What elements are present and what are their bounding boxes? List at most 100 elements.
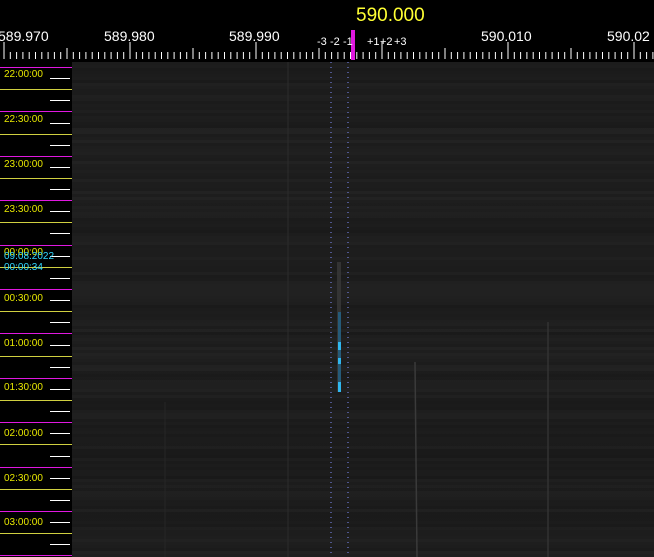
time-tick bbox=[50, 167, 70, 168]
noise-band bbox=[72, 92, 654, 95]
noise-band bbox=[72, 170, 654, 173]
time-tick bbox=[0, 134, 72, 135]
noise-band bbox=[72, 341, 654, 344]
time-tick bbox=[50, 123, 70, 124]
noise-band bbox=[72, 347, 654, 350]
noise-band bbox=[72, 362, 654, 365]
noise-band bbox=[72, 392, 654, 395]
noise-band bbox=[72, 509, 654, 512]
waterfall-app: 589.970 589.980 589.990 590.010 590.02 5… bbox=[0, 0, 654, 557]
noise-band bbox=[72, 278, 654, 281]
time-tick bbox=[50, 544, 70, 545]
time-tick bbox=[0, 356, 72, 357]
time-tick bbox=[0, 333, 72, 334]
noise-band bbox=[72, 119, 654, 122]
noise-band bbox=[72, 311, 654, 314]
time-tick bbox=[0, 444, 72, 445]
noise-band bbox=[72, 359, 654, 362]
time-axis[interactable]: 22:00:00 22:30:00 23:00:00 23:30:00 00:0… bbox=[0, 62, 72, 557]
noise-band bbox=[72, 95, 654, 98]
noise-band bbox=[72, 542, 654, 545]
time-tick bbox=[0, 245, 72, 246]
noise-band bbox=[72, 431, 654, 434]
noise-band bbox=[72, 356, 654, 359]
noise-band bbox=[72, 317, 654, 320]
waterfall-display[interactable] bbox=[72, 62, 654, 557]
time-tick bbox=[0, 511, 72, 512]
noise-band bbox=[72, 62, 654, 65]
noise-band bbox=[72, 515, 654, 518]
noise-band bbox=[72, 146, 654, 149]
noise-band bbox=[72, 182, 654, 185]
noise-band bbox=[72, 503, 654, 506]
noise-band bbox=[72, 491, 654, 494]
noise-band bbox=[72, 104, 654, 107]
noise-band bbox=[72, 467, 654, 470]
noise-band bbox=[72, 524, 654, 527]
noise-band bbox=[72, 272, 654, 275]
noise-band bbox=[72, 140, 654, 143]
noise-band bbox=[72, 428, 654, 431]
noise-band bbox=[72, 329, 654, 332]
time-tick bbox=[50, 300, 70, 301]
time-tick bbox=[50, 411, 70, 412]
noise-band bbox=[72, 383, 654, 386]
noise-band bbox=[72, 344, 654, 347]
time-tick bbox=[0, 422, 72, 423]
time-tick bbox=[50, 322, 70, 323]
time-tick bbox=[50, 233, 70, 234]
time-tick bbox=[50, 145, 70, 146]
time-tick bbox=[0, 533, 72, 534]
noise-band bbox=[72, 320, 654, 323]
noise-bands bbox=[72, 62, 654, 557]
noise-band bbox=[72, 380, 654, 383]
time-tick bbox=[0, 89, 72, 90]
time-tick bbox=[0, 489, 72, 490]
noise-band bbox=[72, 209, 654, 212]
noise-band bbox=[72, 326, 654, 329]
noise-band bbox=[72, 338, 654, 341]
time-label-2200: 22:00:00 bbox=[4, 69, 43, 80]
noise-band bbox=[72, 377, 654, 380]
center-frequency-label: 590.000 bbox=[356, 5, 425, 26]
noise-band bbox=[72, 446, 654, 449]
noise-band bbox=[72, 302, 654, 305]
noise-band bbox=[72, 89, 654, 92]
time-tick bbox=[50, 500, 70, 501]
noise-band bbox=[72, 83, 654, 86]
time-tick bbox=[0, 400, 72, 401]
noise-band bbox=[72, 125, 654, 128]
noise-band bbox=[72, 137, 654, 140]
noise-band bbox=[72, 398, 654, 401]
noise-band bbox=[72, 128, 654, 131]
frequency-scale[interactable]: 589.970 589.980 589.990 590.010 590.02 5… bbox=[0, 0, 654, 62]
noise-band bbox=[72, 353, 654, 356]
time-tick bbox=[0, 467, 72, 468]
noise-band bbox=[72, 308, 654, 311]
time-label-2300: 23:00:00 bbox=[4, 159, 43, 170]
noise-band bbox=[72, 74, 654, 77]
noise-band bbox=[72, 548, 654, 551]
noise-band bbox=[72, 68, 654, 71]
time-tick bbox=[50, 189, 70, 190]
noise-band bbox=[72, 224, 654, 227]
noise-band bbox=[72, 332, 654, 335]
noise-band bbox=[72, 188, 654, 191]
time-label-2330: 23:30:00 bbox=[4, 204, 43, 215]
date-label: 09.08.2022 bbox=[4, 251, 55, 262]
noise-band bbox=[72, 440, 654, 443]
noise-band bbox=[72, 335, 654, 338]
noise-band bbox=[72, 470, 654, 473]
noise-band bbox=[72, 263, 654, 266]
noise-band bbox=[72, 200, 654, 203]
noise-band bbox=[72, 218, 654, 221]
noise-band bbox=[72, 386, 654, 389]
noise-band bbox=[72, 401, 654, 404]
noise-band bbox=[72, 167, 654, 170]
noise-band bbox=[72, 86, 654, 89]
noise-band bbox=[72, 506, 654, 509]
noise-band bbox=[72, 251, 654, 254]
frequency-ticks bbox=[3, 42, 654, 59]
signal-peak-1 bbox=[338, 342, 341, 350]
noise-band bbox=[72, 245, 654, 248]
